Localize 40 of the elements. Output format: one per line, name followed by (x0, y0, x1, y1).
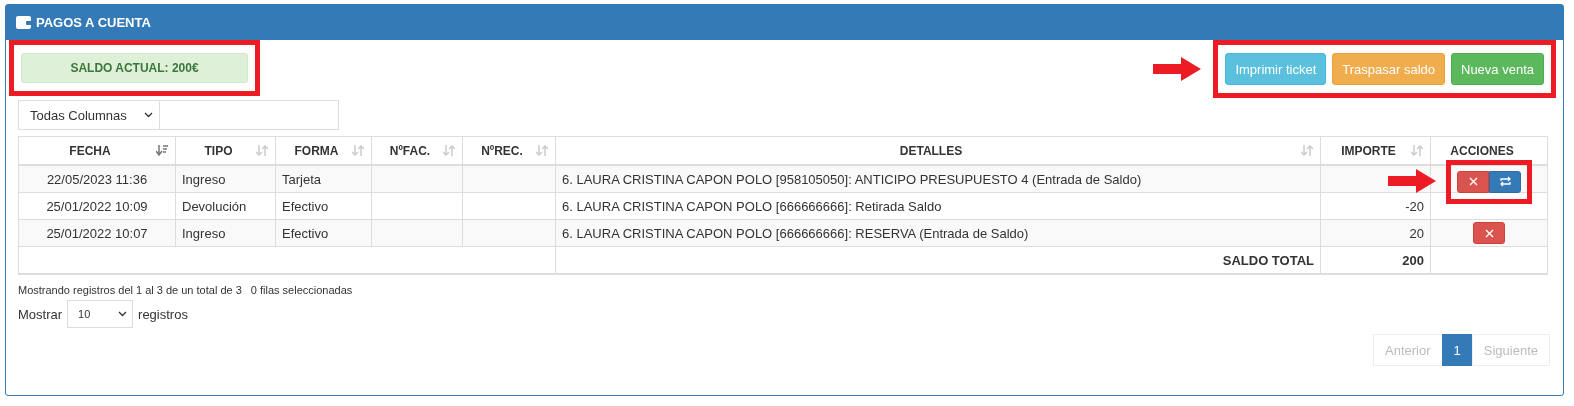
search-field[interactable] (160, 100, 339, 130)
sort-icon[interactable] (1411, 145, 1423, 156)
table-cell: 6. LAURA CRISTINA CAPON POLO [666666666]: Retirada Saldo (555, 192, 1321, 220)
delete-button[interactable] (1457, 170, 1489, 193)
page-length-select[interactable]: 10 (67, 300, 134, 328)
sort-icon[interactable] (352, 145, 364, 156)
wallet-icon (16, 16, 32, 29)
table-cell: 25/01/2022 10:09 (18, 192, 176, 220)
close-icon (1468, 177, 1478, 186)
table-cell: -20 (1320, 192, 1431, 220)
caret-icon (118, 311, 128, 317)
table-cell: 6. LAURA CRISTINA CAPON POLO [958105050]: ANTICIPO PRESUPUESTO 4 (Entrada de Saldo) (555, 165, 1321, 193)
length-label: Mostrar (18, 306, 63, 322)
length-label: registros (138, 306, 188, 322)
column-select[interactable]: Todas Columnas (18, 100, 160, 130)
close-icon (1484, 228, 1494, 238)
table-cell: 22/05/2023 11:36 (18, 165, 176, 193)
sort-icon[interactable] (443, 145, 455, 156)
table-cell: 20 (1320, 219, 1431, 247)
sort-icon[interactable] (1301, 145, 1313, 156)
table-cell: Efectivo (275, 219, 372, 247)
transfer-button[interactable] (1489, 170, 1521, 193)
delete-button[interactable] (1473, 222, 1505, 244)
page-button[interactable]: 1 (1441, 334, 1473, 366)
sort-descending-icon[interactable] (156, 145, 168, 156)
panel-title: PAGOS A CUENTA (36, 15, 151, 30)
table-cell: 25/01/2022 10:07 (18, 219, 176, 247)
table-cell: 6. LAURA CRISTINA CAPON POLO [666666666]: RESERVA (Entrada de Saldo) (555, 219, 1321, 247)
table-cell: Devolución (175, 192, 276, 220)
table-cell: Efectivo (275, 192, 372, 220)
table-cell: Ingreso (175, 165, 276, 193)
sort-icon[interactable] (536, 145, 548, 156)
table-cell: Tarjeta (275, 165, 372, 193)
balance-alert: SALDO ACTUAL: 200€ (21, 53, 248, 83)
caret-icon (144, 112, 153, 118)
swap-icon (1499, 176, 1511, 187)
records-info: Mostrando registros del 1 al 3 de un total de 3 (18, 284, 242, 296)
selection-info: 0 filas seleccionadas (250, 284, 353, 296)
sort-icon[interactable] (256, 145, 268, 156)
table-cell: Ingreso (175, 219, 276, 247)
